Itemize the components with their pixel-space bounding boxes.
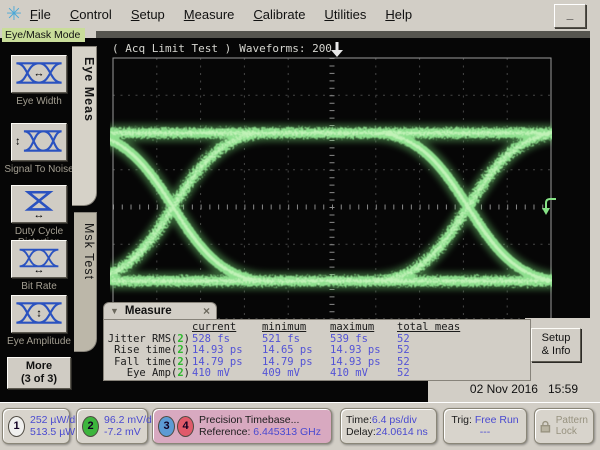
measure-panel-tab[interactable]: ▼ Measure ×: [103, 302, 217, 319]
eye-amplitude-button[interactable]: ↕: [11, 295, 67, 333]
pattern-lock-line1: Pattern: [556, 415, 588, 426]
agilent-spark-icon: ✳: [6, 5, 22, 24]
channel-1-button[interactable]: 1 252 µW/div 513.5 µW: [2, 408, 70, 444]
close-icon[interactable]: ×: [203, 304, 210, 318]
status-bar: 1 252 µW/div 513.5 µW 2 96.2 mV/div -7.2…: [0, 402, 600, 450]
measure-row-label: Eye Amp(2): [104, 368, 192, 380]
mode-label: Eye/Mask Mode: [2, 28, 85, 42]
minimize-button[interactable]: _: [554, 4, 586, 28]
sidebar-item-duty-cycle-distortion: ↔ Duty Cycle Distortion: [0, 185, 78, 248]
sidebar-item-signal-to-noise: ↕ Signal To Noise: [0, 123, 78, 175]
sidebar-item-eye-width: ↔ Eye Width: [0, 55, 78, 107]
col-header-maximum: maximum: [330, 322, 397, 334]
trig-secondary: ---: [480, 426, 491, 438]
bit-rate-button[interactable]: ↔: [11, 240, 67, 278]
menu-control[interactable]: Control: [70, 7, 112, 22]
waveforms-count: Waveforms: 200: [239, 42, 332, 55]
trigger-marker-icon: [331, 42, 343, 57]
channel-2-badge: 2: [82, 416, 99, 437]
sidebar-label: Signal To Noise: [0, 164, 78, 175]
pattern-lock-line2: Lock: [556, 426, 577, 437]
sidebar-label: Bit Rate: [0, 281, 78, 292]
channel-3-badge: 3: [158, 416, 175, 437]
measure-value: 14.93 ps: [192, 345, 262, 357]
time-label: Time:: [346, 414, 372, 426]
time-label: 15:59: [548, 382, 578, 396]
more-button[interactable]: More (3 of 3): [7, 357, 71, 389]
sidebar-label: Eye Width: [0, 96, 78, 107]
ch1-offset: 513.5 µW: [30, 426, 75, 438]
amplitude-arrow-icon: ↕: [36, 309, 42, 320]
ch2-offset: -7.2 mV: [104, 426, 141, 438]
time-value: 6.4 ps/div: [372, 414, 417, 426]
tab-eye-meas[interactable]: Eye Meas: [72, 46, 97, 206]
sidebar-item-eye-amplitude: ↕ Eye Amplitude: [0, 295, 78, 347]
precision-timebase-button[interactable]: 3 4 Precision Timebase... Reference: 6.4…: [152, 408, 332, 444]
setup-info-button[interactable]: Setup & Info: [531, 328, 581, 362]
ch1-scale: 252 µW/div: [30, 414, 83, 426]
measure-value: 52: [397, 345, 530, 357]
measure-value: 409 mV: [262, 368, 330, 380]
timebase-scale-button[interactable]: Time:6.4 ps/div Delay:24.0614 ns: [340, 408, 437, 444]
measure-value: 14.65 ps: [262, 345, 330, 357]
eye-width-button[interactable]: ↔: [11, 55, 67, 93]
acq-limit-label: ( Acq Limit Test ): [112, 42, 231, 55]
measure-value: 410 mV: [192, 368, 262, 380]
menu-bar: ✳ File Control Setup Measure Calibrate U…: [0, 0, 600, 28]
measure-value: 52: [397, 357, 530, 369]
trigger-button[interactable]: Trig: Free Run ---: [443, 408, 527, 444]
measure-panel: current minimum maximum total meas Jitte…: [103, 319, 531, 381]
sidebar-label: Eye Amplitude: [0, 336, 78, 347]
delay-label: Delay:: [346, 426, 376, 438]
menu-calibrate[interactable]: Calibrate: [253, 7, 305, 22]
trig-label: Trig:: [451, 414, 472, 426]
rate-arrow-icon: ↔: [34, 265, 45, 276]
col-header-total-meas: total meas: [397, 322, 530, 334]
collapse-icon[interactable]: ▼: [110, 306, 119, 316]
col-header-minimum: minimum: [262, 322, 330, 334]
screen-top-strip: [96, 31, 590, 38]
channel-4-badge: 4: [177, 416, 194, 437]
noise-arrows-icon: ↕: [15, 137, 21, 148]
channel-1-badge: 1: [8, 416, 25, 437]
menu-measure[interactable]: Measure: [184, 7, 235, 22]
date-label: 02 Nov 2016: [470, 382, 538, 396]
menu-setup[interactable]: Setup: [131, 7, 165, 22]
menu-help[interactable]: Help: [385, 7, 412, 22]
trig-value: Free Run: [475, 414, 519, 426]
measure-panel-title: Measure: [125, 305, 172, 317]
menu-utilities[interactable]: Utilities: [324, 7, 366, 22]
duty-cycle-distortion-button[interactable]: ↔: [11, 185, 67, 223]
acquisition-status: ( Acq Limit Test ) Waveforms: 200: [112, 42, 332, 55]
width-arrow-icon: ↔: [34, 69, 45, 80]
measure-value: 410 mV: [330, 368, 397, 380]
lock-icon: [540, 419, 551, 434]
tab-msk-test[interactable]: Msk Test: [74, 212, 97, 352]
delay-value: 24.0614 ns: [376, 426, 428, 438]
measure-value: 14.93 ps: [330, 345, 397, 357]
timebase-title: Precision Timebase...: [199, 414, 299, 426]
measure-value: 52: [397, 368, 530, 380]
reference-label: Reference:: [199, 426, 250, 438]
signal-to-noise-icon: [15, 127, 63, 155]
channel-2-button[interactable]: 2 96.2 mV/div -7.2 mV: [76, 408, 148, 444]
menu-file[interactable]: File: [30, 7, 51, 22]
timebase-reference-icon: [542, 199, 556, 215]
signal-to-noise-button[interactable]: ↕: [11, 123, 67, 161]
sidebar-item-bit-rate: ↔ Bit Rate: [0, 240, 78, 292]
col-header-current: current: [192, 322, 262, 334]
reference-value: 6.445313 GHz: [253, 426, 321, 438]
measure-value: 52: [397, 334, 530, 346]
duty-arrow-icon: ↔: [34, 210, 45, 221]
app-window: ✳ File Control Setup Measure Calibrate U…: [0, 0, 600, 450]
pattern-lock-button[interactable]: Pattern Lock: [534, 408, 594, 444]
